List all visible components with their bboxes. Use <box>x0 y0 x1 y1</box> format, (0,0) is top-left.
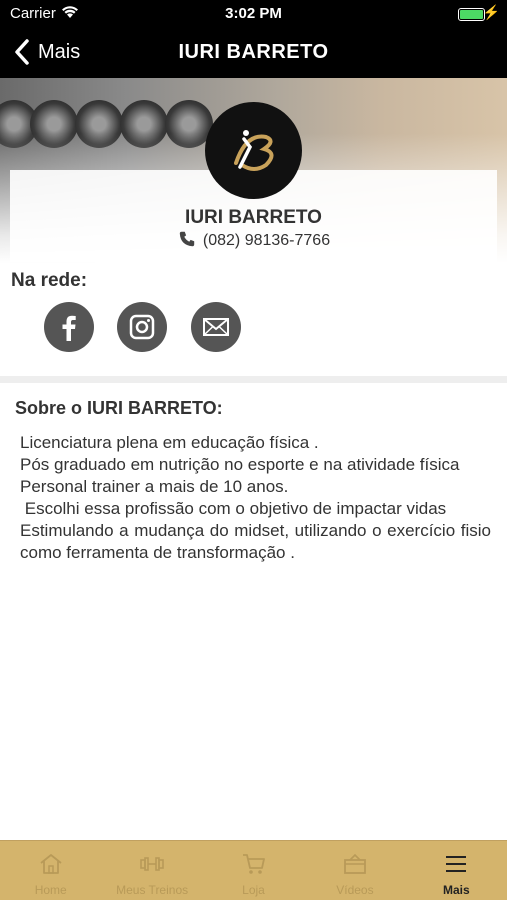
email-icon <box>203 318 229 336</box>
facebook-icon <box>62 315 76 341</box>
battery-icon <box>458 8 485 21</box>
about-title: Sobre o IURI BARRETO: <box>15 398 223 418</box>
instagram-icon <box>129 314 155 340</box>
about-paragraph: Licenciatura plena em educação física . <box>20 433 319 452</box>
phone-icon <box>179 231 195 247</box>
tab-label: Vídeos <box>336 883 374 897</box>
tab-bar: Home Meus Treinos Loja Vídeos Mais <box>0 840 507 900</box>
tab-label: Loja <box>242 883 265 897</box>
tab-videos[interactable]: Vídeos <box>304 841 405 900</box>
dumbbell-icon <box>140 857 164 871</box>
video-icon <box>344 853 366 874</box>
home-icon <box>40 854 62 874</box>
tab-meus-treinos[interactable]: Meus Treinos <box>101 841 202 900</box>
about-paragraph: Pós graduado em nutrição no esporte e na… <box>20 455 460 474</box>
network-label: Na rede: <box>11 270 88 291</box>
avatar <box>205 102 302 199</box>
charging-bolt-icon: ⚡ <box>482 4 500 20</box>
tab-home[interactable]: Home <box>0 841 101 900</box>
tab-label: Home <box>34 883 67 897</box>
instagram-button[interactable] <box>117 302 167 352</box>
page-title: IURI BARRETO <box>178 41 329 63</box>
about-paragraph: Estimulando a mudança do midset, utiliza… <box>20 521 491 562</box>
about-paragraph: Escolhi essa profissão com o objetivo de… <box>20 499 447 518</box>
phone-number: (082) 98136-7766 <box>202 232 331 249</box>
about-paragraph: Personal trainer a mais de 10 anos. <box>20 477 289 496</box>
navigation-bar: Mais IURI BARRETO <box>0 28 507 78</box>
email-button[interactable] <box>191 302 241 352</box>
tab-label: Mais <box>442 883 470 897</box>
status-bar: Carrier 3:02 PM ⚡ <box>0 0 507 28</box>
about-text: Licenciatura plena em educação física . … <box>20 432 491 564</box>
profile-name: IURI BARRETO <box>185 207 322 228</box>
profile-phone[interactable]: (082) 98136-7766 <box>0 230 507 250</box>
tab-loja[interactable]: Loja <box>203 841 304 900</box>
cart-icon <box>242 854 265 874</box>
logo-icon <box>233 129 273 171</box>
section-divider <box>0 376 507 383</box>
facebook-button[interactable] <box>44 302 94 352</box>
menu-icon <box>446 856 467 872</box>
clock: 3:02 PM <box>225 5 282 22</box>
tab-label: Meus Treinos <box>116 883 189 897</box>
tab-mais[interactable]: Mais <box>406 841 507 900</box>
